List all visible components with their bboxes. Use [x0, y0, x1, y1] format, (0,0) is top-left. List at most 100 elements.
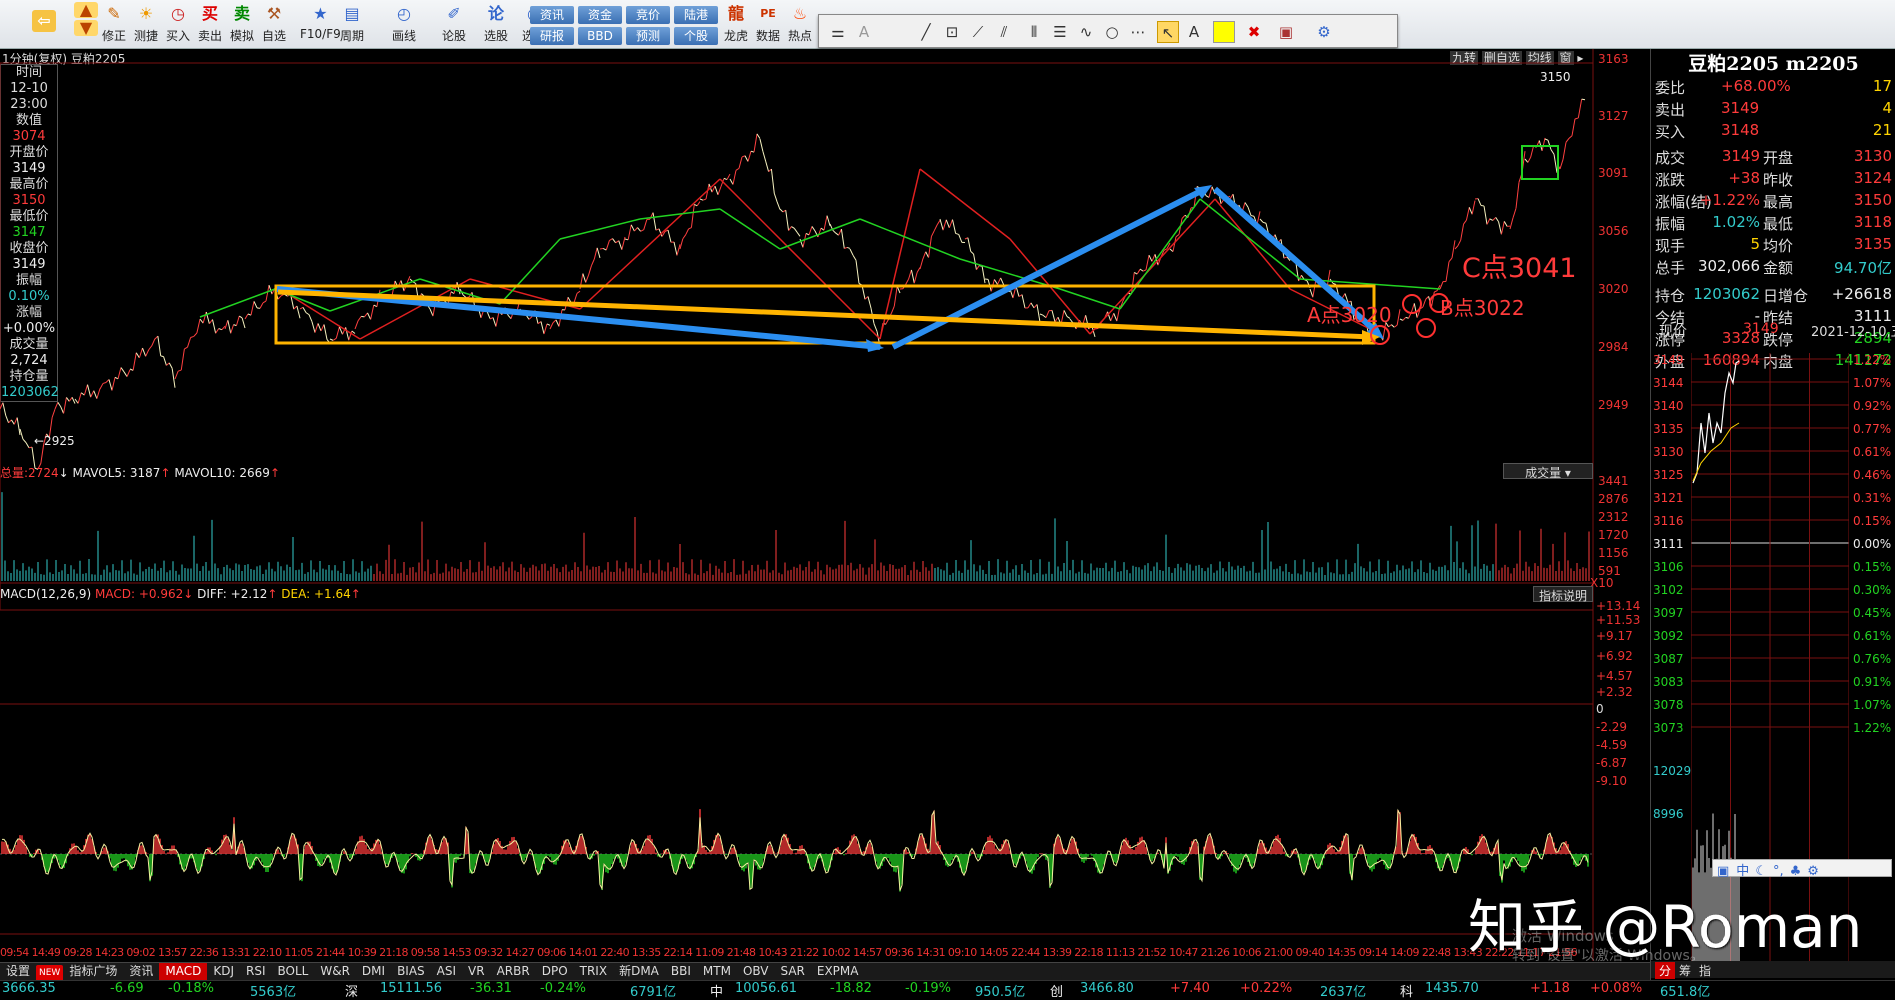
pill-stock[interactable]: 个股: [674, 27, 718, 45]
pill-funds[interactable]: 资金: [578, 6, 622, 24]
tb-button-6[interactable]: ★F10/F9: [300, 3, 341, 41]
bars-tool-icon[interactable]: ⦀: [1023, 21, 1045, 43]
tb-button-10[interactable]: 论选股: [484, 3, 508, 44]
fan-tool-icon[interactable]: ⟋: [967, 21, 989, 43]
tb-button-0[interactable]: ✎修正: [102, 3, 126, 44]
tb-button-8[interactable]: ◴画线: [392, 3, 416, 44]
vol-tick: 1156: [1598, 546, 1629, 560]
indicator-help-button[interactable]: 指标说明: [1533, 586, 1593, 602]
tb-button-1[interactable]: ☀测捷: [134, 3, 158, 44]
wr-tab[interactable]: W&R: [314, 963, 356, 980]
price-segment: [911, 270, 914, 283]
trix-tab[interactable]: TRIX: [574, 963, 613, 980]
tb-hot[interactable]: ♨热点: [788, 3, 812, 44]
nav-updown[interactable]: ▲▼: [74, 2, 98, 38]
hammer-icon: ⚒: [262, 3, 286, 25]
tb-button-2[interactable]: ◷买入: [166, 3, 190, 44]
price-segment: [1455, 246, 1458, 249]
news-tab[interactable]: 资讯: [123, 963, 159, 980]
pill-auction[interactable]: 竞价: [626, 6, 670, 24]
boll-tab[interactable]: BOLL: [272, 963, 315, 980]
back-button[interactable]: ⇦: [32, 10, 56, 34]
price-segment: [594, 248, 597, 259]
tb-button-9[interactable]: ✐论股: [442, 3, 466, 44]
macd-tick: -9.10: [1596, 774, 1627, 788]
ime-moon-icon[interactable]: ☾: [1752, 864, 1770, 879]
vr-tab[interactable]: VR: [462, 963, 491, 980]
bias-tab[interactable]: BIAS: [391, 963, 431, 980]
wave-tool-icon[interactable]: ∿: [1075, 21, 1097, 43]
kdj-tab[interactable]: KDJ: [207, 963, 240, 980]
parallel-tool-icon[interactable]: ⫽: [993, 21, 1015, 43]
rsi-tab[interactable]: RSI: [240, 963, 272, 980]
mtm-tab[interactable]: MTM: [697, 963, 737, 980]
dmi-tab[interactable]: DMI: [356, 963, 391, 980]
mini-pct-tick: 0.91%: [1853, 675, 1891, 689]
dpo-tab[interactable]: DPO: [536, 963, 574, 980]
price-segment: [188, 338, 191, 348]
price-segment: [748, 151, 751, 161]
save-icon[interactable]: ▣: [1275, 21, 1297, 43]
ime-skin-icon[interactable]: ♣: [1787, 864, 1805, 879]
line-tool-icon[interactable]: ╱: [915, 21, 937, 43]
tb-button-7[interactable]: ▤周期: [340, 3, 364, 44]
price-segment: [14, 418, 17, 425]
ime-settings-icon[interactable]: ⚙: [1804, 864, 1822, 879]
vol-tick: 2876: [1598, 492, 1629, 506]
tb-button-3[interactable]: 买卖出: [198, 3, 222, 44]
macd-tab[interactable]: MACD: [159, 963, 207, 980]
pill-forecast[interactable]: 预测: [626, 27, 670, 45]
price-segment: [1114, 313, 1117, 321]
macd-tick: +4.57: [1596, 669, 1633, 683]
settings-lines-icon[interactable]: ⚌: [827, 21, 849, 43]
pointer-icon[interactable]: ↖: [1157, 21, 1179, 43]
pill-hk[interactable]: 陆港: [674, 6, 718, 24]
tb-button-4[interactable]: 卖模拟: [230, 3, 254, 44]
ime-chinese-icon[interactable]: 中: [1733, 864, 1752, 879]
pill-bbd[interactable]: BBD: [578, 27, 622, 45]
price-segment: [88, 385, 91, 397]
tb-data[interactable]: PE数据: [756, 3, 780, 44]
circle-tool-icon[interactable]: ○: [1101, 21, 1123, 43]
crop-tool-icon[interactable]: ⊡: [941, 21, 963, 43]
price-segment: [1260, 219, 1263, 222]
mini-pct-tick: 0.00%: [1853, 537, 1891, 551]
obv-tab[interactable]: OBV: [737, 963, 775, 980]
more-icon[interactable]: ⋯: [1127, 21, 1149, 43]
row-key: 委比: [1655, 77, 1685, 98]
settings-tab[interactable]: 设置: [0, 963, 36, 980]
delete-icon[interactable]: ✖: [1243, 21, 1265, 43]
abc-text-icon[interactable]: A: [853, 21, 875, 43]
arbr-tab[interactable]: ARBR: [491, 963, 536, 980]
asi-tab[interactable]: ASI: [431, 963, 462, 980]
expma-tab[interactable]: EXPMA: [811, 963, 865, 980]
price-segment: [1510, 218, 1513, 229]
text-tool-icon[interactable]: A: [1183, 21, 1205, 43]
tb-dragon[interactable]: 龍龙虎: [724, 3, 748, 44]
price-segment: [754, 134, 757, 152]
price-segment: [1149, 255, 1152, 261]
price-segment: [178, 370, 181, 371]
price-segment: [112, 377, 115, 390]
price-segment: [603, 248, 606, 250]
quote-stat-row: 振幅1.02%最低3118: [1651, 213, 1895, 235]
price-segment: [1452, 240, 1455, 258]
tb-button-5[interactable]: ⚒自选: [262, 3, 286, 44]
ime-mode-icon[interactable]: ▣: [1713, 864, 1733, 879]
price-segment: [1469, 207, 1472, 214]
gear-icon[interactable]: ⚙: [1313, 21, 1335, 43]
pill-research[interactable]: 研报: [530, 27, 574, 45]
sar-tab[interactable]: SAR: [774, 963, 810, 980]
ime-toolbar[interactable]: ▣中☾°,♣⚙: [1712, 859, 1892, 877]
fib-tool-icon[interactable]: ☰: [1049, 21, 1071, 43]
indicator-tabs: 设置NEW指标广场资讯MACDKDJRSIBOLLW&RDMIBIASASIVR…: [0, 962, 1650, 980]
bbi-tab[interactable]: BBI: [665, 963, 697, 980]
newdma-tab[interactable]: 新DMA: [613, 963, 665, 980]
pill-news[interactable]: 资讯: [530, 6, 574, 24]
indicator-selector[interactable]: 成交量 ▾: [1503, 463, 1593, 479]
ime-punct-icon[interactable]: °,: [1770, 864, 1787, 879]
price-segment: [865, 296, 868, 299]
indicator-plaza-tab[interactable]: 指标广场: [63, 963, 123, 980]
row-key: 卖出: [1655, 99, 1685, 120]
color-swatch-icon[interactable]: [1213, 21, 1235, 43]
